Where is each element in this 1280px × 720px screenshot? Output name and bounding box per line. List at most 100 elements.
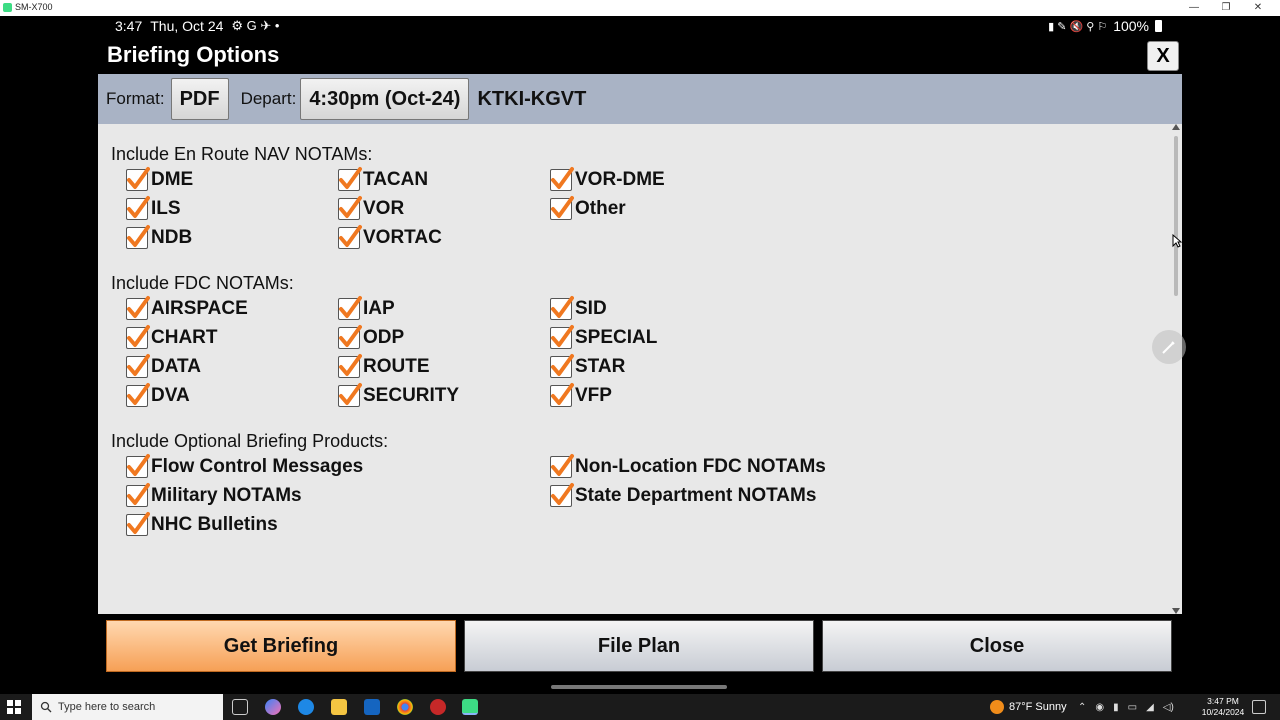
depart-label: Depart: — [240, 89, 297, 108]
checkbox-tacan[interactable]: TACAN — [338, 167, 428, 193]
checkbox-checked-icon — [126, 196, 150, 220]
windows-taskbar: Type here to search 87°F Sunny ⌃ ◉ ▮ ▭ ◢… — [0, 694, 1280, 720]
checkbox-checked-icon — [126, 354, 150, 378]
status-system-icons: ▮ ✎ 🔇 ⚲ ⚐ — [1048, 20, 1108, 33]
copilot-icon[interactable] — [265, 699, 281, 715]
network-icon[interactable]: ◉ — [1095, 702, 1104, 713]
vertical-scrollbar[interactable] — [1170, 124, 1182, 614]
get-briefing-button[interactable]: Get Briefing — [106, 620, 456, 672]
optional-products-header: Include Optional Briefing Products: — [111, 431, 389, 451]
checkbox-checked-icon — [550, 325, 574, 349]
window-close-button[interactable]: ✕ — [1242, 0, 1274, 16]
weather-text: 87°F Sunny — [1009, 701, 1067, 713]
wifi-icon[interactable]: ◢ — [1146, 702, 1154, 713]
dialog-title: Briefing Options — [107, 42, 280, 67]
checkbox-checked-icon — [550, 167, 574, 191]
checkbox-checked-icon — [550, 483, 574, 507]
checkbox-security[interactable]: SECURITY — [338, 383, 459, 409]
taskbar-clock[interactable]: 3:47 PM 10/24/2024 — [1200, 696, 1246, 718]
file-plan-button[interactable]: File Plan — [464, 620, 814, 672]
checkbox-checked-icon — [126, 383, 150, 407]
checkbox-military-notams[interactable]: Military NOTAMs — [126, 483, 302, 509]
checkbox-label: Military NOTAMs — [151, 485, 302, 506]
route-text: KTKI-KGVT — [477, 87, 587, 110]
checkbox-special[interactable]: SPECIAL — [550, 325, 657, 351]
app-icon[interactable] — [430, 699, 446, 715]
window-controls: — ❐ ✕ — [1178, 0, 1274, 16]
chevron-up-icon[interactable]: ⌃ — [1078, 702, 1086, 713]
windows-start-icon[interactable] — [6, 699, 22, 715]
status-left: 3:47 Thu, Oct 24 ⚙ G ✈ • — [115, 18, 279, 34]
dialog-button-row: Get Briefing File Plan Close — [98, 614, 1182, 680]
close-button[interactable]: Close — [822, 620, 1172, 672]
checkbox-star[interactable]: STAR — [550, 354, 625, 380]
checkbox-route[interactable]: ROUTE — [338, 354, 430, 380]
checkbox-checked-icon — [126, 225, 150, 249]
outlook-icon[interactable] — [364, 699, 380, 715]
fdc-notams-header: Include FDC NOTAMs: — [111, 273, 294, 293]
checkbox-vor-dme[interactable]: VOR-DME — [550, 167, 665, 193]
checkbox-label: VOR-DME — [575, 169, 665, 190]
checkbox-flow-control[interactable]: Flow Control Messages — [126, 454, 363, 480]
weather-widget[interactable]: 87°F Sunny — [990, 694, 1067, 720]
nav-notams-header: Include En Route NAV NOTAMs: — [111, 144, 373, 164]
checkbox-nhc-bulletins[interactable]: NHC Bulletins — [126, 512, 278, 538]
checkbox-label: IAP — [363, 298, 395, 319]
clock-date: 10/24/2024 — [1201, 707, 1245, 717]
checkbox-checked-icon — [126, 167, 150, 191]
checkbox-data[interactable]: DATA — [126, 354, 201, 380]
notification-center-icon[interactable] — [1252, 700, 1266, 714]
android-app-icon — [3, 2, 12, 12]
checkbox-non-location-fdc[interactable]: Non-Location FDC NOTAMs — [550, 454, 826, 480]
checkbox-iap[interactable]: IAP — [338, 296, 395, 322]
format-selector-button[interactable]: PDF — [170, 78, 229, 120]
checkbox-chart[interactable]: CHART — [126, 325, 218, 351]
checkbox-label: DME — [151, 169, 194, 190]
battery-tray-icon[interactable]: ▭ — [1128, 702, 1137, 713]
floating-pen-button[interactable] — [1152, 330, 1186, 364]
checkbox-ndb[interactable]: NDB — [126, 225, 192, 251]
edge-icon[interactable] — [298, 699, 314, 715]
checkbox-airspace[interactable]: AIRSPACE — [126, 296, 248, 322]
task-view-icon[interactable] — [232, 699, 248, 715]
minimize-button[interactable]: — — [1178, 0, 1210, 16]
checkbox-dme[interactable]: DME — [126, 167, 193, 193]
android-app-taskbar-icon[interactable] — [462, 699, 478, 715]
pencil-icon — [1162, 341, 1175, 354]
taskbar-search-box[interactable]: Type here to search — [32, 694, 223, 720]
restore-button[interactable]: ❐ — [1210, 0, 1242, 16]
file-explorer-icon[interactable] — [331, 699, 347, 715]
checkbox-vortac[interactable]: VORTAC — [338, 225, 442, 251]
system-tray: ⌃ ◉ ▮ ▭ ◢ ◁) — [1078, 694, 1174, 720]
status-right: ▮ ✎ 🔇 ⚲ ⚐ 100% — [1048, 18, 1162, 34]
checkbox-ils[interactable]: ILS — [126, 196, 181, 222]
checkbox-odp[interactable]: ODP — [338, 325, 404, 351]
dialog-close-x-button[interactable]: X — [1147, 41, 1179, 71]
battery-level: 100% — [1113, 18, 1149, 34]
search-icon — [40, 701, 52, 713]
checkbox-other[interactable]: Other — [550, 196, 626, 222]
checkbox-label: NDB — [151, 227, 193, 248]
host-window-title-text: SM-X700 — [15, 2, 53, 12]
checkbox-state-department[interactable]: State Department NOTAMs — [550, 483, 816, 509]
checkbox-label: VORTAC — [363, 227, 442, 248]
checkbox-label: SECURITY — [363, 385, 460, 406]
checkbox-label: CHART — [151, 327, 218, 348]
volume-icon[interactable]: ◁) — [1163, 702, 1174, 713]
checkbox-checked-icon — [550, 383, 574, 407]
checkbox-vor[interactable]: VOR — [338, 196, 404, 222]
checkbox-sid[interactable]: SID — [550, 296, 607, 322]
scroll-up-arrow-icon[interactable] — [1172, 124, 1180, 130]
checkbox-dva[interactable]: DVA — [126, 383, 190, 409]
microphone-icon[interactable]: ▮ — [1113, 702, 1119, 713]
checkbox-label: VOR — [363, 198, 405, 219]
gesture-handle[interactable] — [551, 685, 727, 689]
scrollbar-thumb[interactable] — [1174, 136, 1178, 296]
checkbox-label: TACAN — [363, 169, 429, 190]
chrome-icon[interactable] — [397, 699, 413, 715]
checkbox-checked-icon — [550, 196, 574, 220]
checkbox-checked-icon — [126, 296, 150, 320]
checkbox-label: Flow Control Messages — [151, 456, 364, 477]
checkbox-vfp[interactable]: VFP — [550, 383, 612, 409]
depart-time-button[interactable]: 4:30pm (Oct-24) — [300, 78, 470, 120]
